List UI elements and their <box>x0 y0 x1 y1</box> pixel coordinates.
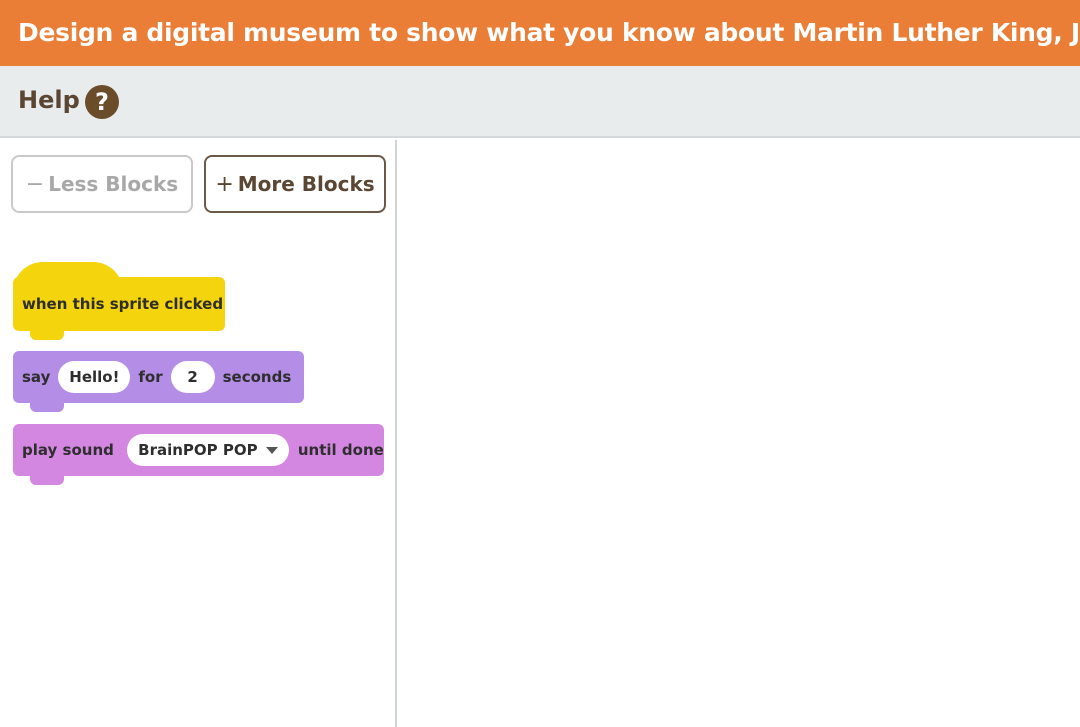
plus-icon: + <box>215 171 234 197</box>
minus-icon: − <box>25 171 45 197</box>
play-sound-until-done-block[interactable]: play sound BrainPOP POP until done <box>13 424 384 476</box>
hat-block-label: when this sprite clicked <box>22 295 224 313</box>
activity-title-banner: Design a digital museum to show what you… <box>0 0 1080 66</box>
play-suffix: until done <box>297 441 384 459</box>
say-block-notch <box>30 403 64 412</box>
play-prefix: play sound <box>22 441 114 459</box>
sound-select[interactable]: BrainPOP POP <box>126 434 289 466</box>
say-suffix: seconds <box>222 368 292 386</box>
say-prefix: say <box>22 368 51 386</box>
say-middle: for <box>138 368 163 386</box>
help-bar: Help ? <box>0 66 1080 138</box>
say-message-input[interactable]: Hello! <box>58 361 131 393</box>
more-blocks-button[interactable]: + More Blocks <box>204 155 386 213</box>
say-seconds-input[interactable]: 2 <box>170 361 215 393</box>
less-blocks-button[interactable]: − Less Blocks <box>11 155 193 213</box>
sound-select-value: BrainPOP POP <box>138 441 258 459</box>
more-blocks-label: More Blocks <box>237 172 375 196</box>
less-blocks-label: Less Blocks <box>48 172 179 196</box>
dropdown-caret-icon <box>265 446 278 454</box>
help-label[interactable]: Help <box>18 86 80 114</box>
play-block-notch <box>30 476 64 485</box>
hat-block-notch <box>30 331 64 340</box>
activity-title: Design a digital museum to show what you… <box>18 18 1080 47</box>
question-icon[interactable]: ? <box>85 85 119 119</box>
when-sprite-clicked-block[interactable]: when this sprite clicked <box>13 277 225 331</box>
say-for-seconds-block[interactable]: say Hello! for 2 seconds <box>13 351 304 403</box>
script-canvas[interactable] <box>399 140 1080 727</box>
